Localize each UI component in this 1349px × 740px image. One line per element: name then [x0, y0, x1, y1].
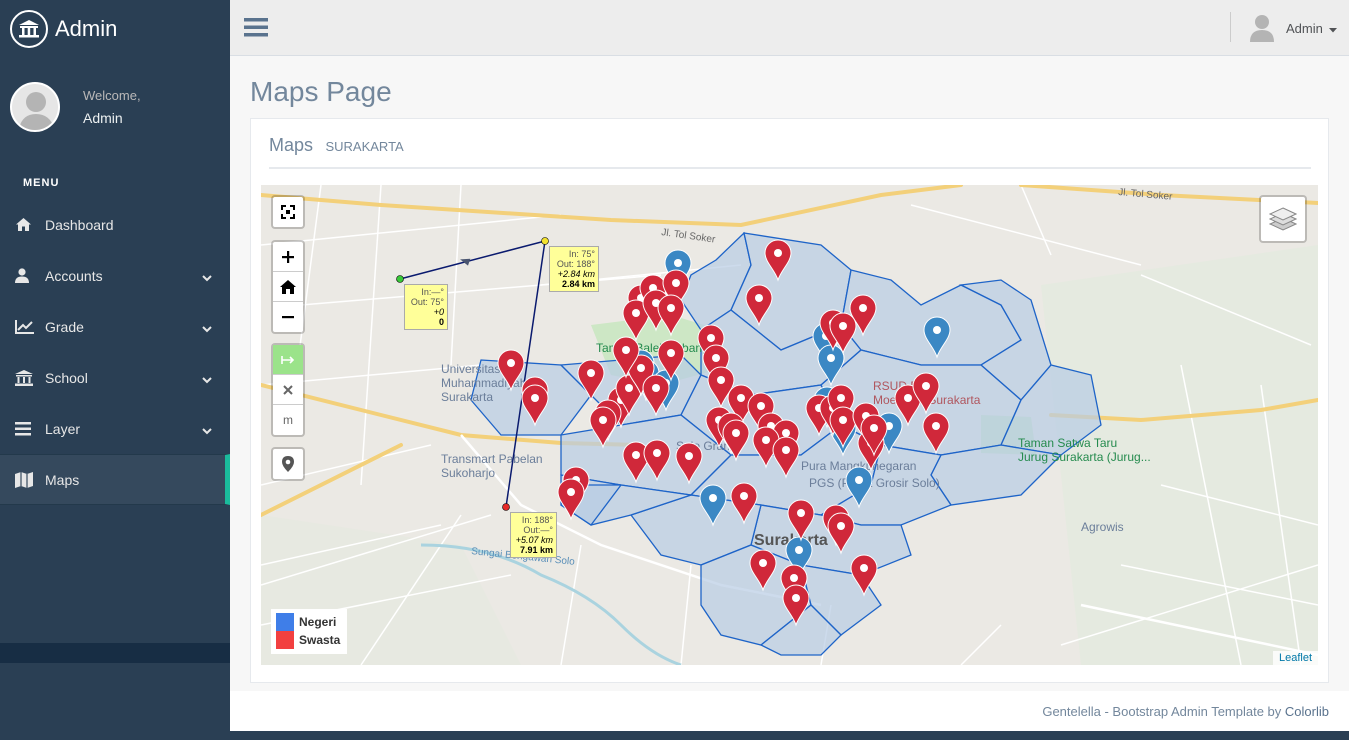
panel-header: Maps SURAKARTA	[269, 135, 1311, 169]
sidebar-footer	[0, 643, 230, 663]
sidebar-item-label: Grade	[45, 318, 84, 335]
sidebar-item-label: Accounts	[45, 267, 103, 284]
place-label: Transmart Pabelan	[441, 452, 543, 466]
footer-link[interactable]: Colorlib	[1285, 704, 1329, 719]
chevron-down-icon	[202, 269, 212, 285]
home-icon	[15, 217, 45, 232]
measure-tooltip: In: 75° Out: 188° +2.84 km 2.84 km	[549, 246, 599, 292]
map-tiles: Jl. Tol Soker Jl. Tol Soker Taman Baleka…	[261, 185, 1318, 665]
profile: Welcome, Admin	[0, 57, 230, 157]
sidebar-item-label: Dashboard	[45, 216, 114, 233]
menu-toggle-icon[interactable]	[244, 17, 268, 42]
sidebar-item-maps[interactable]: Maps	[0, 454, 230, 505]
fullscreen-button[interactable]	[273, 197, 303, 227]
sidebar-item-label: School	[45, 369, 88, 386]
caret-down-icon	[1328, 21, 1337, 36]
menu-title: MENU	[23, 177, 60, 189]
chevron-down-icon	[202, 371, 212, 387]
divider	[1230, 12, 1231, 42]
avatar	[10, 82, 60, 132]
place-label: PGS (Pusat Grosir Solo)	[809, 476, 940, 490]
page-title: Maps Page	[250, 76, 392, 107]
sidebar-item-grade[interactable]: Grade	[0, 301, 230, 352]
panel-title: Maps	[269, 135, 314, 155]
close-icon	[283, 384, 293, 395]
measure-tooltip: In: 188° Out:—° +5.07 km 7.91 km	[510, 512, 557, 558]
place-label: Jurug Surakarta (Jurug...	[1018, 450, 1151, 464]
layers-icon	[1269, 207, 1297, 231]
legend-swatch	[276, 613, 294, 631]
chart-icon	[15, 319, 45, 334]
sidebar-item-dashboard[interactable]: Dashboard	[0, 199, 230, 250]
legend-item: Swasta	[276, 631, 342, 649]
plus-icon	[282, 250, 294, 263]
sidebar-item-label: Layer	[45, 420, 81, 437]
map-legend: Negeri Swasta	[271, 609, 347, 654]
map-icon	[15, 471, 45, 488]
sidebar: Admin Welcome, Admin MENU Dashboard Acco…	[0, 0, 230, 740]
fullscreen-control	[271, 195, 305, 229]
user-icon	[15, 268, 45, 283]
location-pin-icon	[282, 456, 294, 472]
place-label: Universitas	[441, 362, 500, 376]
main-content: Maps Page Maps SURAKARTA Jl. Tol Soker J…	[230, 56, 1349, 691]
fullscreen-icon	[281, 205, 295, 219]
leaflet-attribution[interactable]: Leaflet	[1272, 651, 1318, 665]
map-canvas[interactable]: Jl. Tol Soker Jl. Tol Soker Taman Baleka…	[261, 185, 1318, 665]
topbar: Admin	[230, 0, 1349, 56]
sidebar-item-accounts[interactable]: Accounts	[0, 250, 230, 301]
measure-tooltip: In:—° Out: 75° +0 0	[404, 284, 448, 330]
home-button[interactable]	[273, 272, 303, 302]
measure-control: m	[271, 343, 305, 437]
measure-unit-button[interactable]: m	[273, 405, 303, 435]
bank-icon	[15, 369, 45, 386]
user-name: Admin	[1286, 20, 1323, 36]
place-label: Taman Satwa Taru	[1018, 436, 1117, 450]
measure-clear-button[interactable]	[273, 375, 303, 405]
locate-control	[271, 447, 305, 481]
footer: Gentelella - Bootstrap Admin Template by…	[230, 691, 1349, 731]
locate-button[interactable]	[273, 449, 303, 479]
bars-icon	[15, 421, 45, 436]
sidebar-item-school[interactable]: School	[0, 352, 230, 403]
bank-icon	[10, 9, 48, 48]
layers-control[interactable]	[1259, 195, 1307, 243]
brand[interactable]: Admin	[0, 0, 230, 57]
maps-panel: Maps SURAKARTA Jl. Tol Soker Jl. Tol Sok…	[250, 118, 1329, 683]
panel-subtitle: SURAKARTA	[325, 139, 404, 154]
zoom-in-button[interactable]	[273, 242, 303, 272]
welcome-text: Welcome,	[83, 88, 141, 103]
place-label: Agrowis	[1081, 520, 1124, 534]
zoom-control	[271, 240, 305, 334]
chevron-down-icon	[202, 422, 212, 438]
legend-swatch	[276, 631, 294, 649]
unit-label: m	[283, 413, 293, 427]
sidebar-item-label: Maps	[45, 471, 80, 488]
profile-username: Admin	[83, 110, 123, 126]
sidebar-item-layer[interactable]: Layer	[0, 403, 230, 454]
place-label: Sukoharjo	[441, 466, 495, 480]
chevron-down-icon	[202, 320, 212, 336]
user-menu[interactable]: Admin	[1250, 14, 1337, 42]
place-label: Surakarta	[441, 390, 493, 404]
footer-text: Gentelella - Bootstrap Admin Template by…	[1042, 704, 1329, 719]
legend-item: Negeri	[276, 613, 342, 631]
measure-toggle-button[interactable]	[273, 345, 303, 375]
ruler-arrow-icon	[281, 355, 295, 364]
avatar	[1250, 14, 1274, 42]
minus-icon	[282, 315, 294, 318]
zoom-out-button[interactable]	[273, 302, 303, 332]
home-icon	[280, 279, 296, 294]
brand-title: Admin	[55, 15, 118, 41]
